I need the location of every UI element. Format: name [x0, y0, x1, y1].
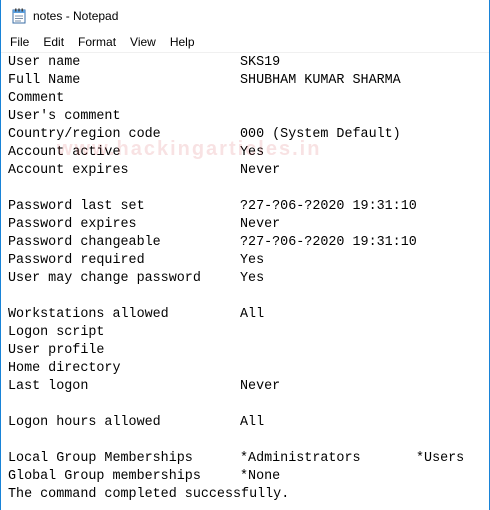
menu-edit[interactable]: Edit — [36, 32, 71, 52]
text-line: Global Group memberships *None — [8, 468, 488, 486]
line-value: SHUBHAM KUMAR SHARMA — [240, 73, 401, 88]
line-value: Yes — [240, 271, 265, 286]
line-label: User name — [8, 55, 81, 70]
menu-format[interactable]: Format — [71, 32, 123, 52]
line-value: Yes — [240, 253, 265, 268]
line-label: Password required — [8, 253, 145, 268]
text-line: Password last set ?27-?06-?2020 19:31:10 — [8, 198, 488, 216]
text-line: Logon script — [8, 324, 488, 342]
notepad-icon — [12, 8, 26, 24]
line-label: User profile — [8, 343, 105, 358]
text-line: Password required Yes — [8, 252, 488, 270]
text-line: Password expires Never — [8, 216, 488, 234]
text-line — [8, 396, 488, 414]
line-value: Never — [240, 163, 281, 178]
notepad-window: notes - Notepad File Edit Format View He… — [0, 0, 490, 510]
menu-help[interactable]: Help — [163, 32, 202, 52]
menu-view[interactable]: View — [123, 32, 163, 52]
line-value: All — [240, 415, 265, 430]
text-line: User may change password Yes — [8, 270, 488, 288]
line-label: Last logon — [8, 379, 89, 394]
line-label: Country/region code — [8, 127, 161, 142]
text-line: Account expires Never — [8, 162, 488, 180]
text-line: Country/region code 000 (System Default) — [8, 126, 488, 144]
line-value: *None — [240, 469, 281, 484]
text-line: Full Name SHUBHAM KUMAR SHARMA — [8, 72, 488, 90]
line-label: Full Name — [8, 73, 81, 88]
line-value: ?27-?06-?2020 19:31:10 — [240, 235, 417, 250]
menu-bar: File Edit Format View Help — [1, 32, 489, 53]
text-line — [8, 180, 488, 198]
line-value: Yes — [240, 145, 265, 160]
line-label: Global Group memberships — [8, 469, 201, 484]
line-value: 000 (System Default) — [240, 127, 401, 142]
line-value: ?27-?06-?2020 19:31:10 — [240, 199, 417, 214]
text-line: Workstations allowed All — [8, 306, 488, 324]
line-label: Password changeable — [8, 235, 161, 250]
line-label: Logon hours allowed — [8, 415, 161, 430]
text-line: Logon hours allowed All — [8, 414, 488, 432]
line-value: *Administrators — [240, 451, 361, 466]
line-value: All — [240, 307, 265, 322]
line-label: Logon script — [8, 325, 105, 340]
text-line: Local Group Memberships *Administrators *U… — [8, 450, 488, 468]
line-label: Password last set — [8, 199, 145, 214]
line-value-secondary: *Users — [416, 451, 465, 466]
line-label: Comment — [8, 91, 65, 106]
line-label: Workstations allowed — [8, 307, 169, 322]
line-value: Never — [240, 379, 281, 394]
line-label: Home directory — [8, 361, 121, 376]
text-line: User name SKS19 — [8, 54, 488, 72]
text-line: Home directory — [8, 360, 488, 378]
line-value: Never — [240, 217, 281, 232]
text-line — [8, 432, 488, 450]
window-title: notes - Notepad — [33, 9, 119, 23]
line-label: Password expires — [8, 217, 137, 232]
text-line: User profile — [8, 342, 488, 360]
line-label: The command completed successfully. — [8, 487, 290, 502]
text-line: Comment — [8, 90, 488, 108]
line-label: User's comment — [8, 109, 121, 124]
line-label: Account expires — [8, 163, 129, 178]
title-bar[interactable]: notes - Notepad — [1, 0, 489, 32]
text-line: The command completed successfully. — [8, 486, 488, 504]
line-value: SKS19 — [240, 55, 281, 70]
line-label: User may change password — [8, 271, 201, 286]
text-line: User's comment — [8, 108, 488, 126]
text-editor-area[interactable]: User name SKS19 Full Name SHUBHAM KUMAR SHA… — [1, 53, 489, 510]
text-line — [8, 288, 488, 306]
text-line: Account active Yes — [8, 144, 488, 162]
line-label: Local Group Memberships — [8, 451, 193, 466]
menu-file[interactable]: File — [1, 32, 36, 52]
text-line: Last logon Never — [8, 378, 488, 396]
line-label: Account active — [8, 145, 121, 160]
text-line: Password changeable ?27-?06-?2020 19:31:1… — [8, 234, 488, 252]
